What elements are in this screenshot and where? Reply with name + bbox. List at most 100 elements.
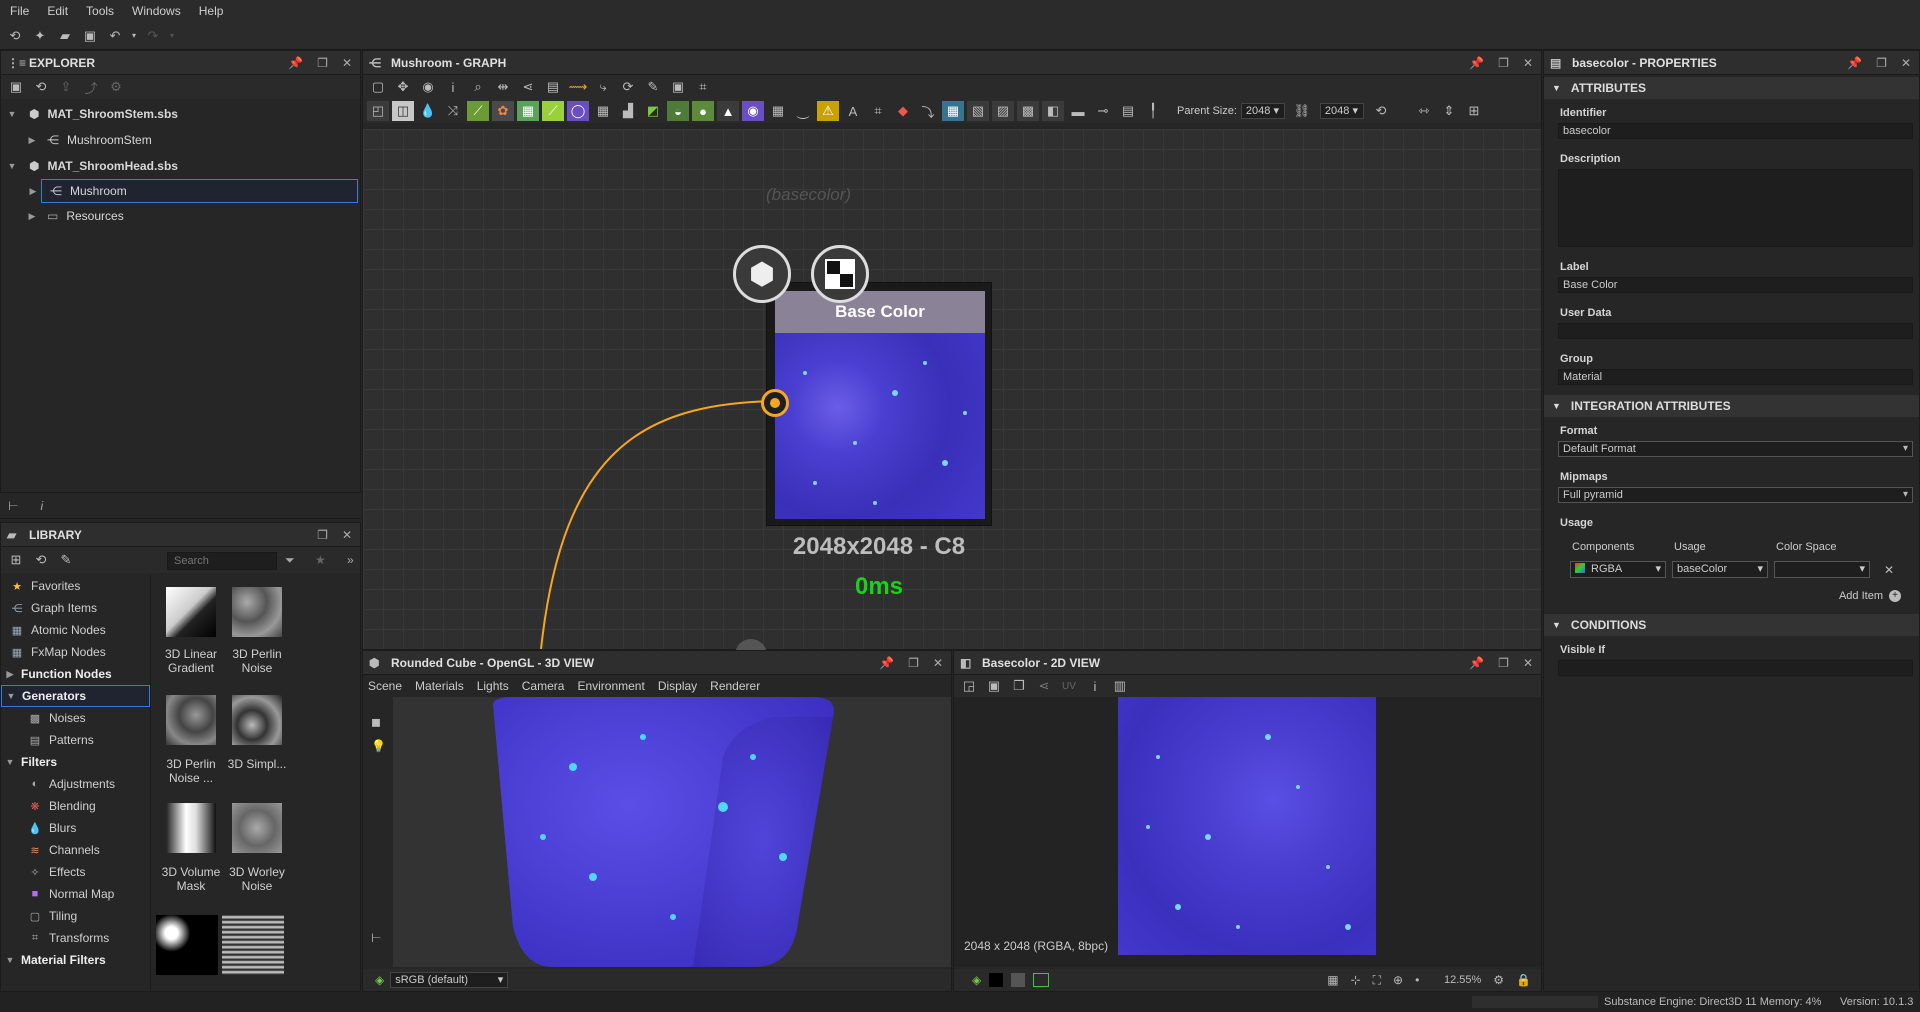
float-icon[interactable]: ❐ bbox=[317, 56, 328, 70]
menu-lights[interactable]: Lights bbox=[477, 679, 509, 693]
menu-file[interactable]: File bbox=[10, 4, 29, 18]
save-icon[interactable]: ▣ bbox=[983, 676, 1005, 696]
tiling-icon[interactable]: ⊹ bbox=[1351, 973, 1361, 987]
tool-icon[interactable]: ✎ bbox=[642, 77, 664, 97]
thumb-3d-simplex[interactable] bbox=[232, 695, 282, 745]
lib-cat-tiling[interactable]: ▢ Tiling bbox=[1, 905, 150, 927]
menu-camera[interactable]: Camera bbox=[522, 679, 565, 693]
close-icon[interactable]: ✕ bbox=[1901, 56, 1911, 70]
node-icon[interactable]: ▨ bbox=[992, 101, 1014, 121]
chevron-right-icon[interactable]: ▶ bbox=[25, 211, 39, 222]
pin-icon[interactable]: 📌 bbox=[288, 56, 303, 70]
close-icon[interactable]: ✕ bbox=[1523, 56, 1533, 70]
node-icon[interactable]: ◉ bbox=[742, 101, 764, 121]
node-icon[interactable]: ▦ bbox=[942, 101, 964, 121]
image-bg-icon[interactable] bbox=[1033, 973, 1050, 987]
close-icon[interactable]: ✕ bbox=[933, 656, 943, 670]
colorspace-select[interactable]: ▾ bbox=[1774, 561, 1870, 578]
chevrons-right-icon[interactable]: » bbox=[347, 553, 354, 567]
redo-icon[interactable]: ↷ bbox=[142, 26, 164, 46]
lib-cat-generators[interactable]: ▼ Generators bbox=[1, 685, 150, 707]
node-icon[interactable]: ⤵ bbox=[917, 101, 939, 121]
node-icon[interactable]: ▟ bbox=[617, 101, 639, 121]
star-icon[interactable]: ★ bbox=[315, 553, 326, 567]
redo-dropdown-icon[interactable]: ▾ bbox=[167, 26, 177, 46]
pin-icon[interactable]: 📌 bbox=[1469, 56, 1484, 70]
chevron-right-icon[interactable]: ▶ bbox=[25, 135, 39, 146]
group-field[interactable]: Material bbox=[1558, 369, 1913, 385]
lib-cat-function[interactable]: ▶ Function Nodes bbox=[1, 663, 150, 685]
chevron-right-icon[interactable]: ▶ bbox=[3, 669, 17, 680]
lib-cat-noises[interactable]: ▩ Noises bbox=[1, 707, 150, 729]
menu-scene[interactable]: Scene bbox=[368, 679, 402, 693]
thumb-3d-volume-mask[interactable] bbox=[166, 803, 216, 853]
menu-display[interactable]: Display bbox=[658, 679, 697, 693]
share-icon[interactable]: ⋖ bbox=[1033, 676, 1055, 696]
chevron-down-icon[interactable]: ▼ bbox=[3, 955, 17, 965]
flatten-icon[interactable]: ⇿ bbox=[1413, 101, 1435, 121]
thumb-pattern-2[interactable] bbox=[222, 915, 284, 975]
format-select[interactable]: Default Format bbox=[1558, 441, 1913, 457]
node-icon[interactable]: ◆ bbox=[892, 101, 914, 121]
menu-windows[interactable]: Windows bbox=[132, 4, 181, 18]
node-icon[interactable]: ◧ bbox=[1042, 101, 1064, 121]
gray-bg-icon[interactable] bbox=[1011, 973, 1026, 987]
chevron-down-icon[interactable]: ▼ bbox=[5, 109, 19, 119]
lib-cat-atomic[interactable]: ▦ Atomic Nodes bbox=[1, 619, 150, 641]
info-icon[interactable]: i bbox=[442, 77, 464, 97]
settings-icon[interactable]: ⚙ bbox=[105, 77, 127, 97]
thumb-3d-perlin-noise[interactable] bbox=[232, 587, 282, 637]
remove-icon[interactable]: ✕ bbox=[1884, 563, 1894, 577]
crop-icon[interactable]: ⌗ bbox=[692, 77, 714, 97]
add-item-button[interactable]: Add Item + bbox=[1544, 590, 1901, 602]
reset-icon[interactable]: ⟲ bbox=[1370, 101, 1392, 121]
node-icon[interactable]: ⟋ bbox=[467, 101, 489, 121]
menu-materials[interactable]: Materials bbox=[415, 679, 464, 693]
hierarchy-icon[interactable]: ⊢ bbox=[371, 931, 393, 945]
thumb-pattern-1[interactable] bbox=[156, 915, 218, 975]
lib-cat-transforms[interactable]: ⌗ Transforms bbox=[1, 927, 150, 949]
open-folder-icon[interactable]: ▰ bbox=[54, 26, 76, 46]
section-attributes[interactable]: ▼ ATTRIBUTES bbox=[1544, 77, 1919, 99]
layers-icon[interactable]: ◈ bbox=[375, 973, 384, 987]
refresh-icon[interactable]: ⟲ bbox=[30, 77, 52, 97]
histogram-icon[interactable]: ▥ bbox=[1109, 676, 1131, 696]
mipmaps-select[interactable]: Full pyramid bbox=[1558, 487, 1913, 503]
float-icon[interactable]: ❐ bbox=[1876, 56, 1887, 70]
zoom-icon[interactable]: ⌕ bbox=[467, 77, 489, 97]
float-icon[interactable]: ❐ bbox=[317, 528, 328, 542]
pin-icon[interactable]: 📌 bbox=[1847, 56, 1862, 70]
lib-cat-filters[interactable]: ▼ Filters bbox=[1, 751, 150, 773]
new-package-icon[interactable]: ⟲ bbox=[4, 26, 26, 46]
lib-cat-fxmap[interactable]: ▦ FxMap Nodes bbox=[1, 641, 150, 663]
node-icon[interactable]: ● bbox=[692, 101, 714, 121]
node-icon[interactable]: ◫ bbox=[392, 101, 414, 121]
node-icon[interactable]: ⤨ bbox=[442, 101, 464, 121]
float-icon[interactable]: ❐ bbox=[1498, 656, 1509, 670]
node-icon[interactable]: ◰ bbox=[367, 101, 389, 121]
node-icon[interactable]: A bbox=[842, 101, 864, 121]
node-icon[interactable]: ▩ bbox=[1017, 101, 1039, 121]
lib-cat-effects[interactable]: ✧ Effects bbox=[1, 861, 150, 883]
lib-cat-material-filters[interactable]: ▼ Material Filters bbox=[1, 949, 150, 971]
menu-environment[interactable]: Environment bbox=[577, 679, 644, 693]
node-icon[interactable]: ▦ bbox=[517, 101, 539, 121]
float-icon[interactable]: ❐ bbox=[908, 656, 919, 670]
connection-wire[interactable] bbox=[540, 400, 776, 649]
fit-icon[interactable]: ⛶ bbox=[1373, 973, 1381, 988]
grid-snap-icon[interactable]: ⊞ bbox=[1463, 101, 1485, 121]
uv-toggle[interactable]: UV bbox=[1062, 681, 1076, 692]
branch-icon[interactable]: ⤷ bbox=[592, 77, 614, 97]
section-conditions[interactable]: ▼ CONDITIONS bbox=[1544, 614, 1919, 636]
node-icon[interactable]: ◩ bbox=[642, 101, 664, 121]
chevron-right-icon[interactable]: ▶ bbox=[26, 186, 40, 197]
3d-cube-icon[interactable]: ⬢ bbox=[733, 245, 791, 303]
size-select[interactable]: 2048 ▾ bbox=[1319, 103, 1364, 119]
thumb-3d-worley-noise[interactable] bbox=[232, 803, 282, 853]
undo-dropdown-icon[interactable]: ▾ bbox=[129, 26, 139, 46]
node-icon[interactable]: ⟋ bbox=[542, 101, 564, 121]
layout-icon[interactable]: ▤ bbox=[542, 77, 564, 97]
hierarchy-icon[interactable]: ⊢ bbox=[8, 499, 18, 513]
menu-edit[interactable]: Edit bbox=[47, 4, 68, 18]
lib-cat-blending[interactable]: ❋ Blending bbox=[1, 795, 150, 817]
